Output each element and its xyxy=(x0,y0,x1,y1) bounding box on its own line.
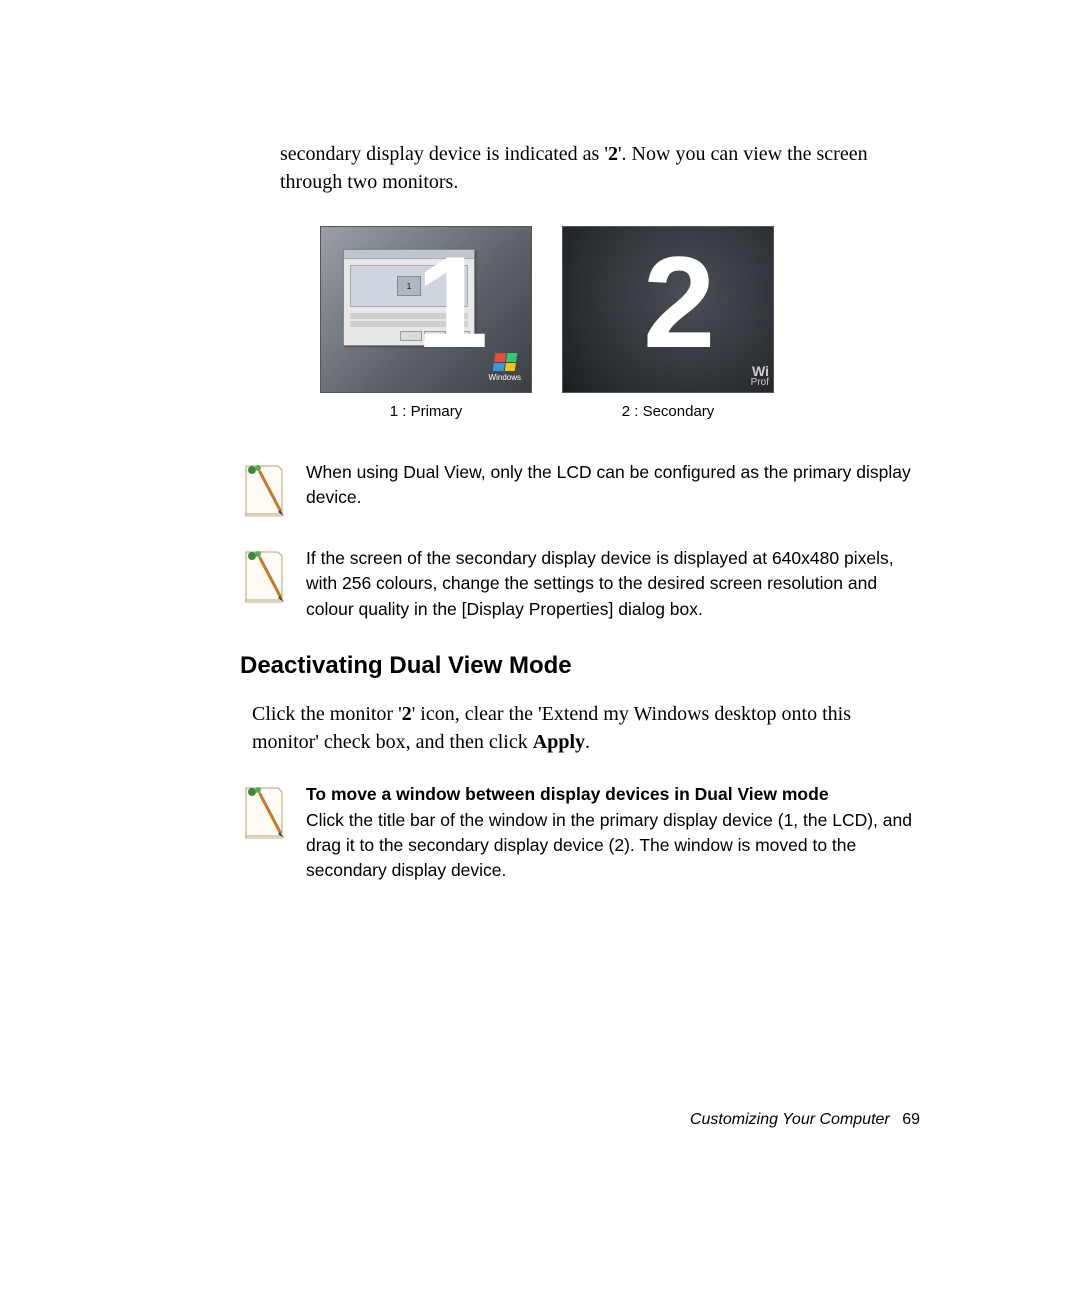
note-block-2: If the screen of the secondary display d… xyxy=(240,546,920,622)
big-number-2: 2 xyxy=(643,237,715,367)
intro-icon-number: 2 xyxy=(608,143,618,165)
secondary-monitor-image: 2 Wi Prof xyxy=(562,226,774,393)
body-a: Click the monitor ' xyxy=(252,703,402,725)
body-num: 2 xyxy=(402,703,412,725)
note-icon xyxy=(240,782,288,840)
body-apply: Apply xyxy=(533,731,585,753)
windows-logo: Windows xyxy=(489,353,521,382)
note-icon xyxy=(240,460,288,518)
intro-text-a: secondary display device is indicated as… xyxy=(280,143,608,165)
windows-corner-label: Wi Prof xyxy=(751,364,769,388)
note-text-3: To move a window between display devices… xyxy=(306,782,920,884)
figure-primary: 1 1 Windows 1 : Primary xyxy=(320,226,532,420)
secondary-caption: 2 : Secondary xyxy=(622,403,715,420)
body-paragraph: Click the monitor '2' icon, clear the 'E… xyxy=(252,700,920,756)
note-text-2: If the screen of the secondary display d… xyxy=(306,546,920,622)
footer-page-number: 69 xyxy=(902,1111,920,1128)
note-block-3: To move a window between display devices… xyxy=(240,782,920,884)
note-icon xyxy=(240,546,288,604)
primary-caption: 1 : Primary xyxy=(390,403,463,420)
primary-monitor-image: 1 1 Windows xyxy=(320,226,532,393)
section-heading: Deactivating Dual View Mode xyxy=(240,652,920,680)
intro-paragraph: secondary display device is indicated as… xyxy=(280,140,920,196)
body-c: . xyxy=(585,731,590,753)
windows-text: Windows xyxy=(489,373,521,382)
note-block-1: When using Dual View, only the LCD can b… xyxy=(240,460,920,518)
windows-flag-icon xyxy=(493,353,518,371)
document-page: secondary display device is indicated as… xyxy=(0,0,1080,1309)
big-number-1: 1 xyxy=(416,237,488,367)
note-text-1: When using Dual View, only the LCD can b… xyxy=(306,460,920,511)
footer-label: Customizing Your Computer xyxy=(690,1111,890,1128)
note3-title: To move a window between display devices… xyxy=(306,784,829,804)
note3-body: Click the title bar of the window in the… xyxy=(306,810,912,881)
page-footer: Customizing Your Computer 69 xyxy=(690,1111,920,1129)
figure-row: 1 1 Windows 1 : Primary 2 Wi Prof xyxy=(320,226,920,420)
figure-secondary: 2 Wi Prof 2 : Secondary xyxy=(562,226,774,420)
